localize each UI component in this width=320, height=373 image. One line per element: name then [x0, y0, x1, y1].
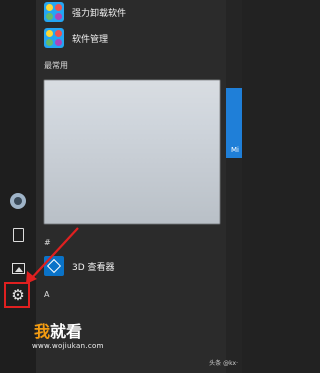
watermark-title: 我就看 [34, 318, 82, 342]
user-avatar-icon[interactable] [10, 193, 26, 209]
settings-highlight-box [4, 282, 30, 308]
section-heading-most-used: 最常用 [44, 61, 68, 70]
section-heading-a: A [44, 290, 50, 299]
watermark-title-rest: 就看 [50, 322, 83, 341]
colorful-app-icon [44, 28, 64, 48]
watermark-credit: 头条 @kx· [209, 360, 238, 367]
app-item-uninstaller[interactable]: 强力卸载软件 [36, 1, 126, 23]
app-label: 3D 查看器 [72, 262, 115, 273]
blurred-app-list [44, 80, 220, 224]
watermark-title-accent: 我 [34, 322, 51, 341]
pictures-icon[interactable] [10, 260, 26, 276]
watermark: 我就看 www.wojiukan.com [12, 318, 172, 362]
tile-label: Mi [231, 146, 239, 154]
documents-icon[interactable] [10, 227, 26, 243]
tiles-column: Mi [226, 0, 242, 373]
section-heading-hash: # [44, 238, 51, 247]
watermark-url: www.wojiukan.com [32, 342, 104, 350]
3d-cube-icon [44, 256, 64, 276]
app-label: 强力卸载软件 [72, 8, 127, 19]
app-item-3d-viewer[interactable]: 3D 查看器 [36, 255, 115, 277]
app-item-software-manager[interactable]: 软件管理 [36, 27, 108, 49]
colorful-app-icon [44, 2, 64, 22]
app-label: 软件管理 [72, 34, 109, 45]
